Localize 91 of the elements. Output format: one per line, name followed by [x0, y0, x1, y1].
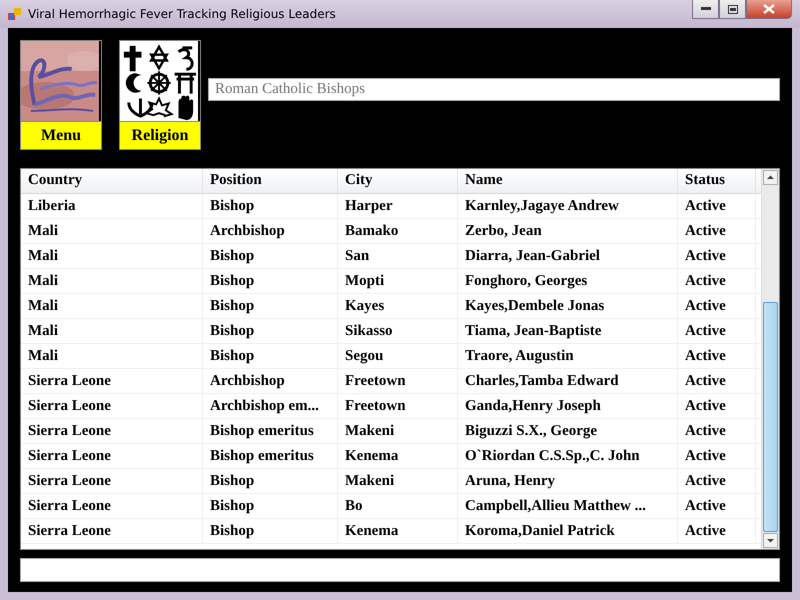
table-cell: Fonghoro, Georges	[458, 269, 678, 293]
religion-button[interactable]: Religion	[120, 121, 200, 149]
table-cell: Koroma,Daniel Patrick	[458, 519, 678, 543]
table-cell: Active	[678, 269, 756, 293]
table-cell: Bamako	[338, 219, 458, 243]
table-cell: Active	[678, 219, 756, 243]
table-cell: Active	[678, 519, 756, 543]
table-cell: Active	[678, 319, 756, 343]
table-cell: Bishop	[203, 344, 338, 368]
religion-symbols-icon[interactable]	[120, 41, 198, 121]
menu-button[interactable]: Menu	[21, 121, 101, 149]
table-cell: Kayes,Dembele Jonas	[458, 294, 678, 318]
table-cell: Mali	[21, 319, 203, 343]
table-cell: Active	[678, 244, 756, 268]
table-cell: Bishop	[203, 519, 338, 543]
table-cell: Bishop	[203, 244, 338, 268]
search-field[interactable]: Roman Catholic Bishops	[208, 78, 780, 101]
maximize-icon	[728, 4, 738, 14]
minimize-icon	[700, 7, 710, 11]
column-header[interactable]: City	[338, 169, 458, 193]
table-cell: Bo	[338, 494, 458, 518]
table-cell: Kayes	[338, 294, 458, 318]
table-cell: Aruna, Henry	[458, 469, 678, 493]
table-cell: Archbishop em...	[203, 394, 338, 418]
table-cell: Diarra, Jean-Gabriel	[458, 244, 678, 268]
table-cell: Liberia	[21, 194, 203, 218]
table-cell: Sierra Leone	[21, 444, 203, 468]
table-cell: Makeni	[338, 469, 458, 493]
table-cell: Mali	[21, 269, 203, 293]
table-cell: Active	[678, 369, 756, 393]
scroll-thumb[interactable]	[763, 302, 778, 532]
table-cell: Archbishop	[203, 219, 338, 243]
table-cell: Karnley,Jagaye Andrew	[458, 194, 678, 218]
column-header[interactable]: Status	[678, 169, 756, 193]
table-cell: Sierra Leone	[21, 494, 203, 518]
table-cell: Ganda,Henry Joseph	[458, 394, 678, 418]
table-cell: Active	[678, 294, 756, 318]
scrollbar[interactable]	[761, 169, 779, 549]
column-header[interactable]: Country	[21, 169, 203, 193]
column-header[interactable]: Position	[203, 169, 338, 193]
table-cell: Zerbo, Jean	[458, 219, 678, 243]
table-cell: Bishop	[203, 294, 338, 318]
table-cell: Sierra Leone	[21, 419, 203, 443]
minimize-button[interactable]	[692, 0, 719, 19]
table-cell: Active	[678, 194, 756, 218]
table-cell: Sierra Leone	[21, 469, 203, 493]
table-cell: Sikasso	[338, 319, 458, 343]
table-cell: Bishop emeritus	[203, 444, 338, 468]
table-cell: Campbell,Allieu Matthew ...	[458, 494, 678, 518]
table-cell: Sierra Leone	[21, 369, 203, 393]
table-cell: Bishop emeritus	[203, 419, 338, 443]
table-cell: O`Riordan C.S.Sp.,C. John	[458, 444, 678, 468]
table-cell: Bishop	[203, 194, 338, 218]
table-cell: Harper	[338, 194, 458, 218]
table-cell: Bishop	[203, 269, 338, 293]
table-cell: Active	[678, 394, 756, 418]
table-cell: Mali	[21, 219, 203, 243]
table-cell: Mali	[21, 244, 203, 268]
table-cell: Active	[678, 444, 756, 468]
table-cell: Segou	[338, 344, 458, 368]
table-cell: Archbishop	[203, 369, 338, 393]
table-cell: Freetown	[338, 369, 458, 393]
table-cell: Traore, Augustin	[458, 344, 678, 368]
table-cell: Sierra Leone	[21, 519, 203, 543]
app-icon	[8, 7, 22, 21]
table-cell: Tiama, Jean-Baptiste	[458, 319, 678, 343]
table-cell: Active	[678, 419, 756, 443]
table-cell: Bishop	[203, 319, 338, 343]
column-header[interactable]: Name	[458, 169, 678, 193]
table-cell: Biguzzi S.X., George	[458, 419, 678, 443]
table-cell: Makeni	[338, 419, 458, 443]
table-cell: Active	[678, 344, 756, 368]
close-icon	[763, 4, 775, 14]
table-cell: Active	[678, 469, 756, 493]
close-button[interactable]	[746, 0, 792, 19]
table-cell: Kenema	[338, 519, 458, 543]
table-cell: Kenema	[338, 444, 458, 468]
table-cell: Freetown	[338, 394, 458, 418]
table-cell: Charles,Tamba Edward	[458, 369, 678, 393]
table-cell: Bishop	[203, 469, 338, 493]
table-cell: Mali	[21, 294, 203, 318]
table-cell: Sierra Leone	[21, 394, 203, 418]
table-cell: Mopti	[338, 269, 458, 293]
table-cell: Active	[678, 494, 756, 518]
table-cell: Bishop	[203, 494, 338, 518]
scroll-up-icon[interactable]	[763, 170, 778, 185]
maximize-button[interactable]	[719, 0, 746, 19]
table-cell: San	[338, 244, 458, 268]
window-title: Viral Hemorrhagic Fever Tracking Religious Leaders	[28, 7, 336, 21]
table-cell: Mali	[21, 344, 203, 368]
scroll-down-icon[interactable]	[763, 533, 778, 548]
